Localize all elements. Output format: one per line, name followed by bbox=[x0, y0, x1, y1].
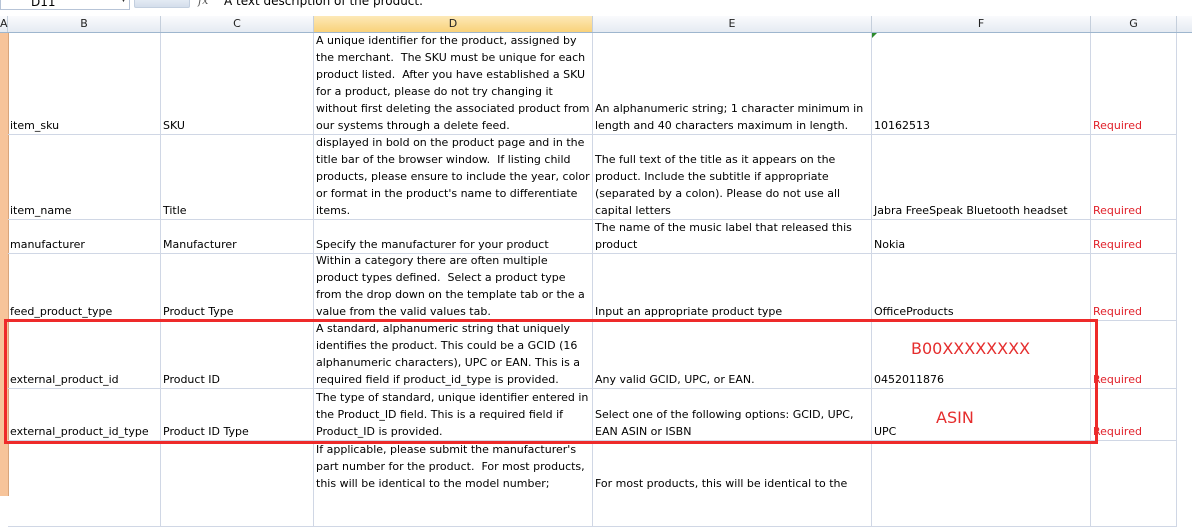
cell-g-external-product-id[interactable]: Required bbox=[1091, 321, 1177, 389]
cell-f-manufacturer[interactable]: Nokia bbox=[872, 220, 1091, 254]
cell-f-feed-product-type[interactable]: OfficeProducts bbox=[872, 254, 1091, 321]
formula-bar-buttons[interactable] bbox=[134, 0, 190, 8]
cell-f-item-sku[interactable]: 10162513 bbox=[872, 33, 1091, 135]
column-header-g[interactable]: G bbox=[1091, 16, 1177, 32]
cell-g-part-number[interactable] bbox=[1091, 441, 1177, 527]
column-header-c[interactable]: C bbox=[161, 16, 314, 32]
cell-e-item-name[interactable]: The full text of the title as it appears… bbox=[593, 135, 872, 220]
cell-b-manufacturer[interactable]: manufacturer bbox=[8, 220, 161, 254]
column-header-a[interactable]: A bbox=[0, 16, 8, 32]
column-header-h[interactable] bbox=[1177, 16, 1192, 32]
column-header-b[interactable]: B bbox=[8, 16, 161, 32]
cell-d-item-sku[interactable]: A unique identifier for the product, ass… bbox=[314, 33, 593, 135]
cell-b-feed-product-type[interactable]: feed_product_type bbox=[8, 254, 161, 321]
annotation-product-id-type: ASIN bbox=[936, 408, 974, 427]
cell-e-feed-product-type[interactable]: Input an appropriate product type bbox=[593, 254, 872, 321]
cell-d-manufacturer[interactable]: Specify the manufacturer for your produc… bbox=[314, 220, 593, 254]
annotation-product-id: B00XXXXXXXX bbox=[911, 339, 1031, 358]
cell-e-item-sku[interactable]: An alphanumeric string; 1 character mini… bbox=[593, 33, 872, 135]
column-header-e[interactable]: E bbox=[593, 16, 872, 32]
cell-g-feed-product-type[interactable]: Required bbox=[1091, 254, 1177, 321]
cell-g-manufacturer[interactable]: Required bbox=[1091, 220, 1177, 254]
formula-bar: D11 ▼ fx A text description of the produ… bbox=[0, 0, 1192, 16]
cell-c-part-number[interactable] bbox=[161, 441, 314, 527]
cell-e-part-number[interactable]: For most products, this will be identica… bbox=[593, 441, 872, 527]
fx-icon[interactable]: fx bbox=[198, 0, 208, 7]
chevron-down-icon[interactable]: ▼ bbox=[120, 0, 127, 4]
highlight-box bbox=[4, 319, 1098, 444]
cell-f-item-name[interactable]: Jabra FreeSpeak Bluetooth headset bbox=[872, 135, 1091, 220]
column-header-f[interactable]: F bbox=[872, 16, 1091, 32]
cell-g-item-sku[interactable]: Required bbox=[1091, 33, 1177, 135]
cell-c-item-name[interactable]: Title bbox=[161, 135, 314, 220]
cell-c-item-sku[interactable]: SKU bbox=[161, 33, 314, 135]
cell-g-external-product-id-type[interactable]: Required bbox=[1091, 389, 1177, 441]
cell-b-item-sku[interactable]: item_sku bbox=[8, 33, 161, 135]
cell-c-manufacturer[interactable]: Manufacturer bbox=[161, 220, 314, 254]
cell-d-item-name[interactable]: A short title for the product. This will… bbox=[314, 135, 593, 220]
cell-d-part-number[interactable]: If applicable, please submit the manufac… bbox=[314, 441, 593, 527]
column-header-d[interactable]: D bbox=[314, 16, 593, 32]
cell-d-feed-product-type[interactable]: Within a category there are often multip… bbox=[314, 254, 593, 321]
cell-b-item-name[interactable]: item_name bbox=[8, 135, 161, 220]
cell-c-feed-product-type[interactable]: Product Type bbox=[161, 254, 314, 321]
column-headers: A B C D E F G bbox=[0, 16, 1192, 33]
name-box[interactable]: D11 bbox=[0, 0, 130, 10]
cell-b-part-number[interactable] bbox=[8, 441, 161, 527]
cell-g-item-name[interactable]: Required bbox=[1091, 135, 1177, 220]
comment-indicator-icon bbox=[872, 33, 877, 38]
formula-input[interactable]: A text description of the product. bbox=[224, 0, 423, 8]
cell-f-part-number[interactable] bbox=[872, 441, 1091, 527]
cell-e-manufacturer[interactable]: The name of the music label that release… bbox=[593, 220, 872, 254]
